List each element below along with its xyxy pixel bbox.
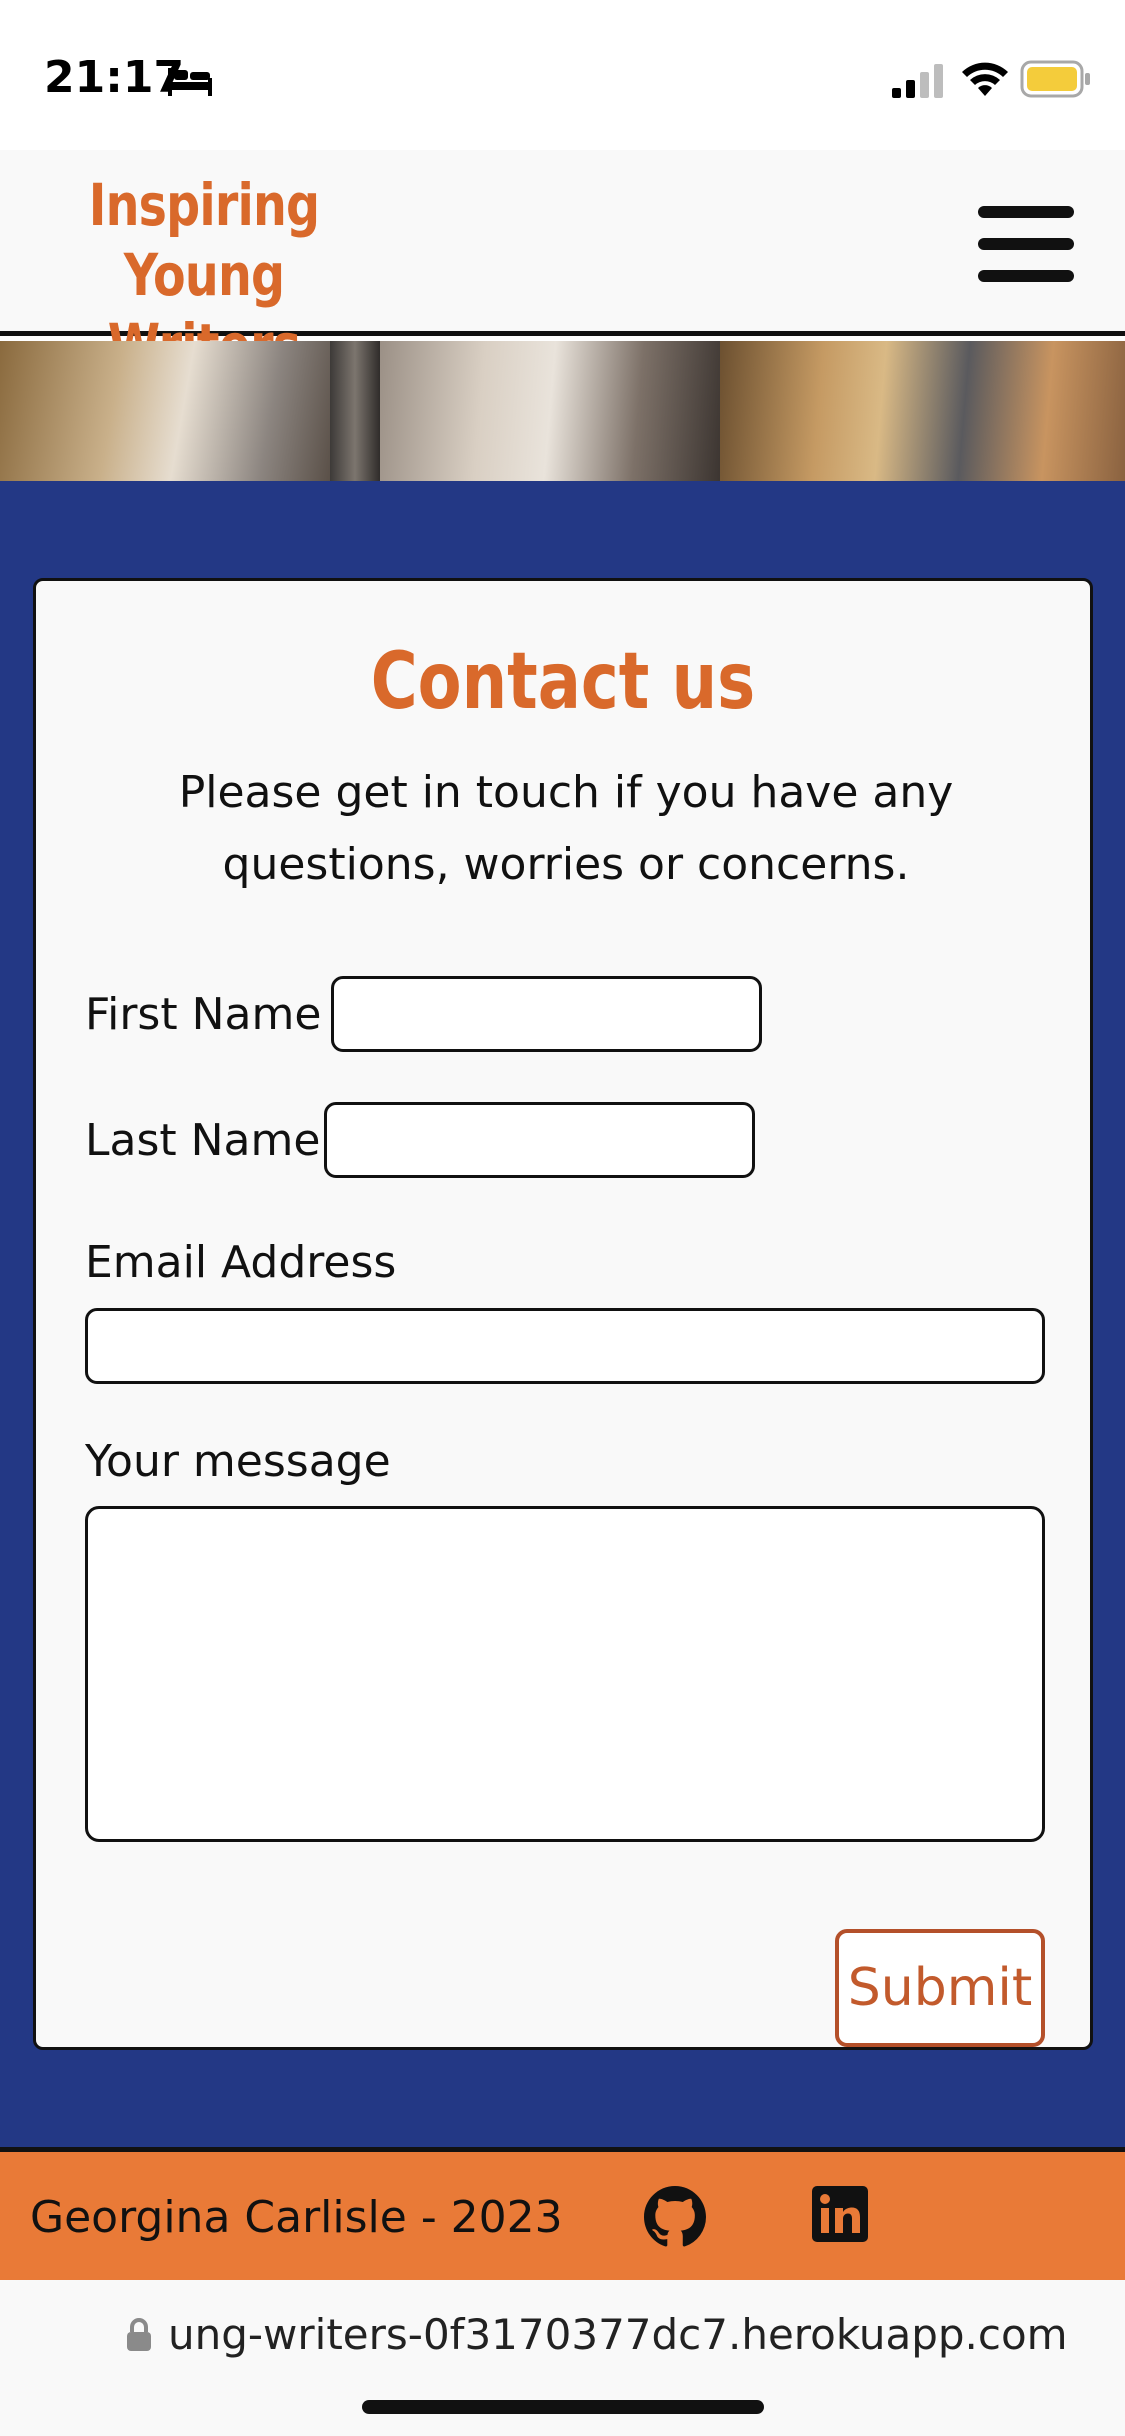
main-area: Contact us Please get in touch if you ha…	[0, 481, 1125, 2147]
submit-button[interactable]: Submit	[835, 1929, 1045, 2047]
hero-photo-divider	[330, 341, 380, 481]
site-header: Inspiring Young Writers	[0, 150, 1125, 379]
first-name-input[interactable]	[331, 976, 762, 1052]
wifi-icon	[962, 62, 1008, 96]
message-textarea[interactable]	[85, 1506, 1045, 1842]
home-indicator[interactable]	[362, 2400, 764, 2414]
hero-banner-image	[0, 341, 1125, 481]
contact-title: Contact us	[370, 637, 756, 727]
menu-bar	[978, 238, 1074, 250]
contact-intro: Please get in touch if you have any ques…	[178, 767, 954, 890]
menu-bar	[978, 270, 1074, 282]
url-text: ung-writers-0f3170377dc7.herokuapp.com	[168, 2310, 1068, 2359]
footer-credit: Georgina Carlisle - 2023	[30, 2192, 563, 2243]
lock-icon	[127, 2318, 151, 2351]
first-name-label: First Name	[85, 989, 322, 1040]
status-time: 21:17	[44, 52, 185, 103]
bed-icon	[168, 68, 212, 96]
linkedin-icon[interactable]	[812, 2186, 868, 2242]
battery-icon	[1020, 60, 1090, 98]
message-label: Your message	[85, 1436, 391, 1487]
github-icon[interactable]	[644, 2186, 706, 2248]
hero-photo-students	[720, 341, 1125, 481]
status-bar: 21:17	[0, 0, 1125, 150]
site-footer: Georgina Carlisle - 2023	[0, 2147, 1125, 2280]
last-name-label: Last Name	[85, 1115, 321, 1166]
menu-icon[interactable]	[978, 206, 1078, 290]
signal-icon	[892, 64, 943, 98]
email-input[interactable]	[85, 1308, 1045, 1384]
menu-bar	[978, 206, 1074, 218]
hero-photo-child-tablet	[380, 341, 720, 481]
site-logo-line1: Inspiring Young	[88, 171, 320, 309]
email-label: Email Address	[85, 1237, 397, 1288]
last-name-input[interactable]	[324, 1102, 755, 1178]
contact-form-card: Contact us Please get in touch if you ha…	[33, 578, 1093, 2050]
hero-photo-girl-laptop	[0, 341, 330, 481]
